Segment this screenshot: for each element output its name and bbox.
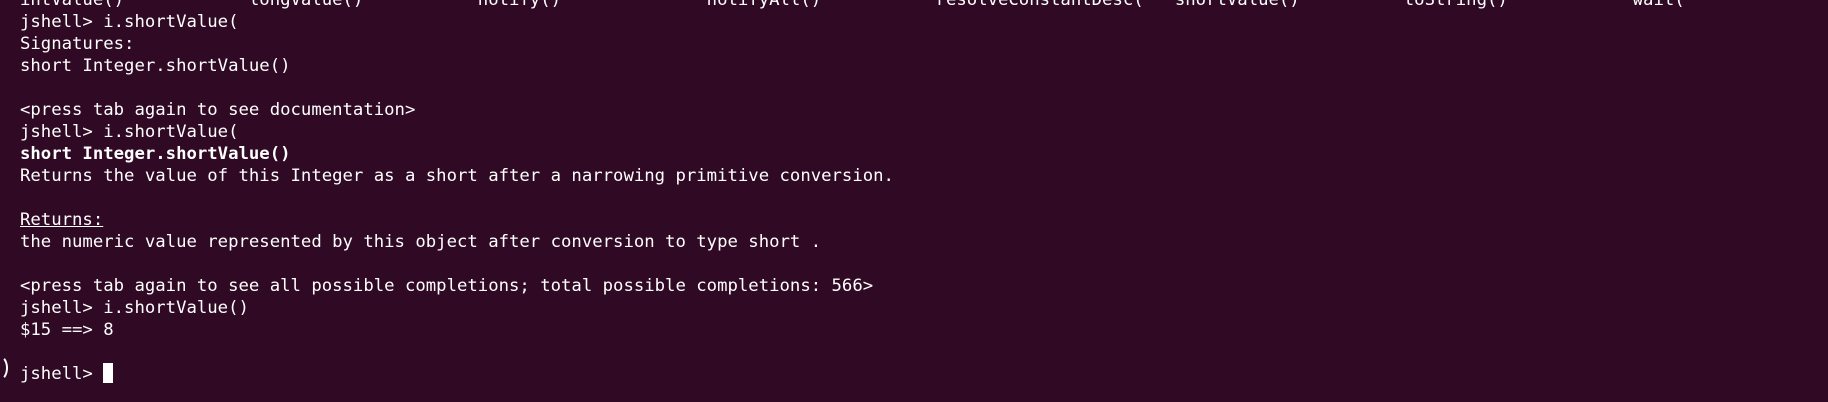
terminal-line: jshell> i.shortValue() (20, 298, 249, 318)
doc-returns-heading: Returns: (20, 209, 1828, 231)
doc-description: Returns the value of this Integer as a s… (20, 166, 894, 186)
terminal-line: short Integer.shortValue() (20, 56, 291, 76)
terminal-line: jshell> i.shortValue( (20, 122, 239, 142)
doc-returns-text: the numeric value represented by this ob… (20, 232, 822, 252)
terminal-output: intValue() longValue() notify() notifyAl… (20, 0, 1828, 385)
terminal-line: <press tab again to see all possible com… (20, 276, 874, 296)
text-cursor[interactable] (103, 363, 114, 383)
returns-label: Returns: (20, 210, 104, 230)
terminal-window[interactable]: intValue() longValue() notify() notifyAl… (0, 0, 1828, 402)
result-line: $15 ==> 8 (20, 320, 114, 340)
terminal-line-cut-top: intValue() longValue() notify() notifyAl… (20, 0, 1685, 10)
doc-signature: short Integer.shortValue() (20, 144, 291, 164)
terminal-line: <press tab again to see documentation> (20, 100, 416, 120)
prompt-line[interactable]: jshell> (20, 363, 1828, 385)
edge-arc-decoration (0, 355, 8, 381)
terminal-line: Signatures: (20, 34, 135, 54)
terminal-line: jshell> i.shortValue( (20, 12, 239, 32)
prompt-text: jshell> (20, 364, 104, 384)
